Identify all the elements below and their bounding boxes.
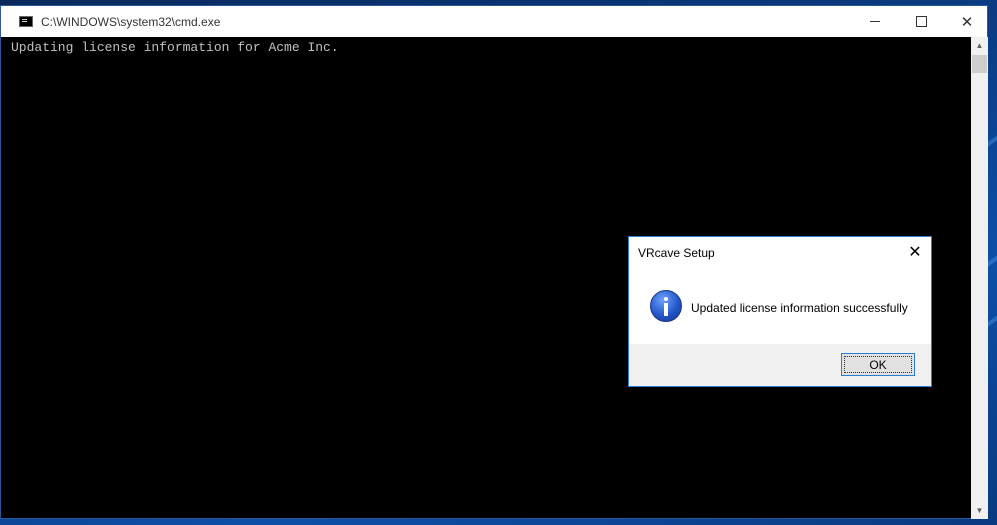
close-icon: ✕ bbox=[960, 13, 974, 31]
console-output: Updating license information for Acme In… bbox=[11, 40, 339, 55]
window-title: C:\WINDOWS\system32\cmd.exe bbox=[41, 14, 221, 29]
scroll-thumb[interactable] bbox=[972, 55, 987, 73]
chevron-up-icon: ▲ bbox=[975, 41, 984, 50]
vertical-scrollbar[interactable]: ▲ ▼ bbox=[971, 37, 988, 519]
chevron-down-icon: ▼ bbox=[975, 506, 984, 515]
maximize-icon bbox=[915, 16, 927, 27]
dialog-title: VRcave Setup bbox=[638, 246, 715, 260]
dialog-footer: OK bbox=[629, 344, 931, 386]
maximize-button[interactable] bbox=[898, 6, 944, 37]
close-icon: ✕ bbox=[908, 244, 922, 261]
scroll-down-button[interactable]: ▼ bbox=[971, 502, 988, 519]
setup-dialog: VRcave Setup ✕ Updated license informati… bbox=[628, 236, 932, 387]
minimize-button[interactable] bbox=[852, 6, 898, 37]
scroll-up-button[interactable]: ▲ bbox=[971, 37, 988, 54]
close-button[interactable]: ✕ bbox=[944, 6, 990, 37]
minimize-icon bbox=[870, 21, 880, 22]
console-icon bbox=[19, 16, 33, 27]
dialog-message: Updated license information successfully bbox=[691, 301, 908, 315]
dialog-close-button[interactable]: ✕ bbox=[899, 237, 931, 267]
cmd-titlebar[interactable]: C:\WINDOWS\system32\cmd.exe ✕ bbox=[1, 6, 987, 37]
ok-button[interactable]: OK bbox=[841, 353, 915, 376]
info-icon bbox=[650, 290, 682, 322]
